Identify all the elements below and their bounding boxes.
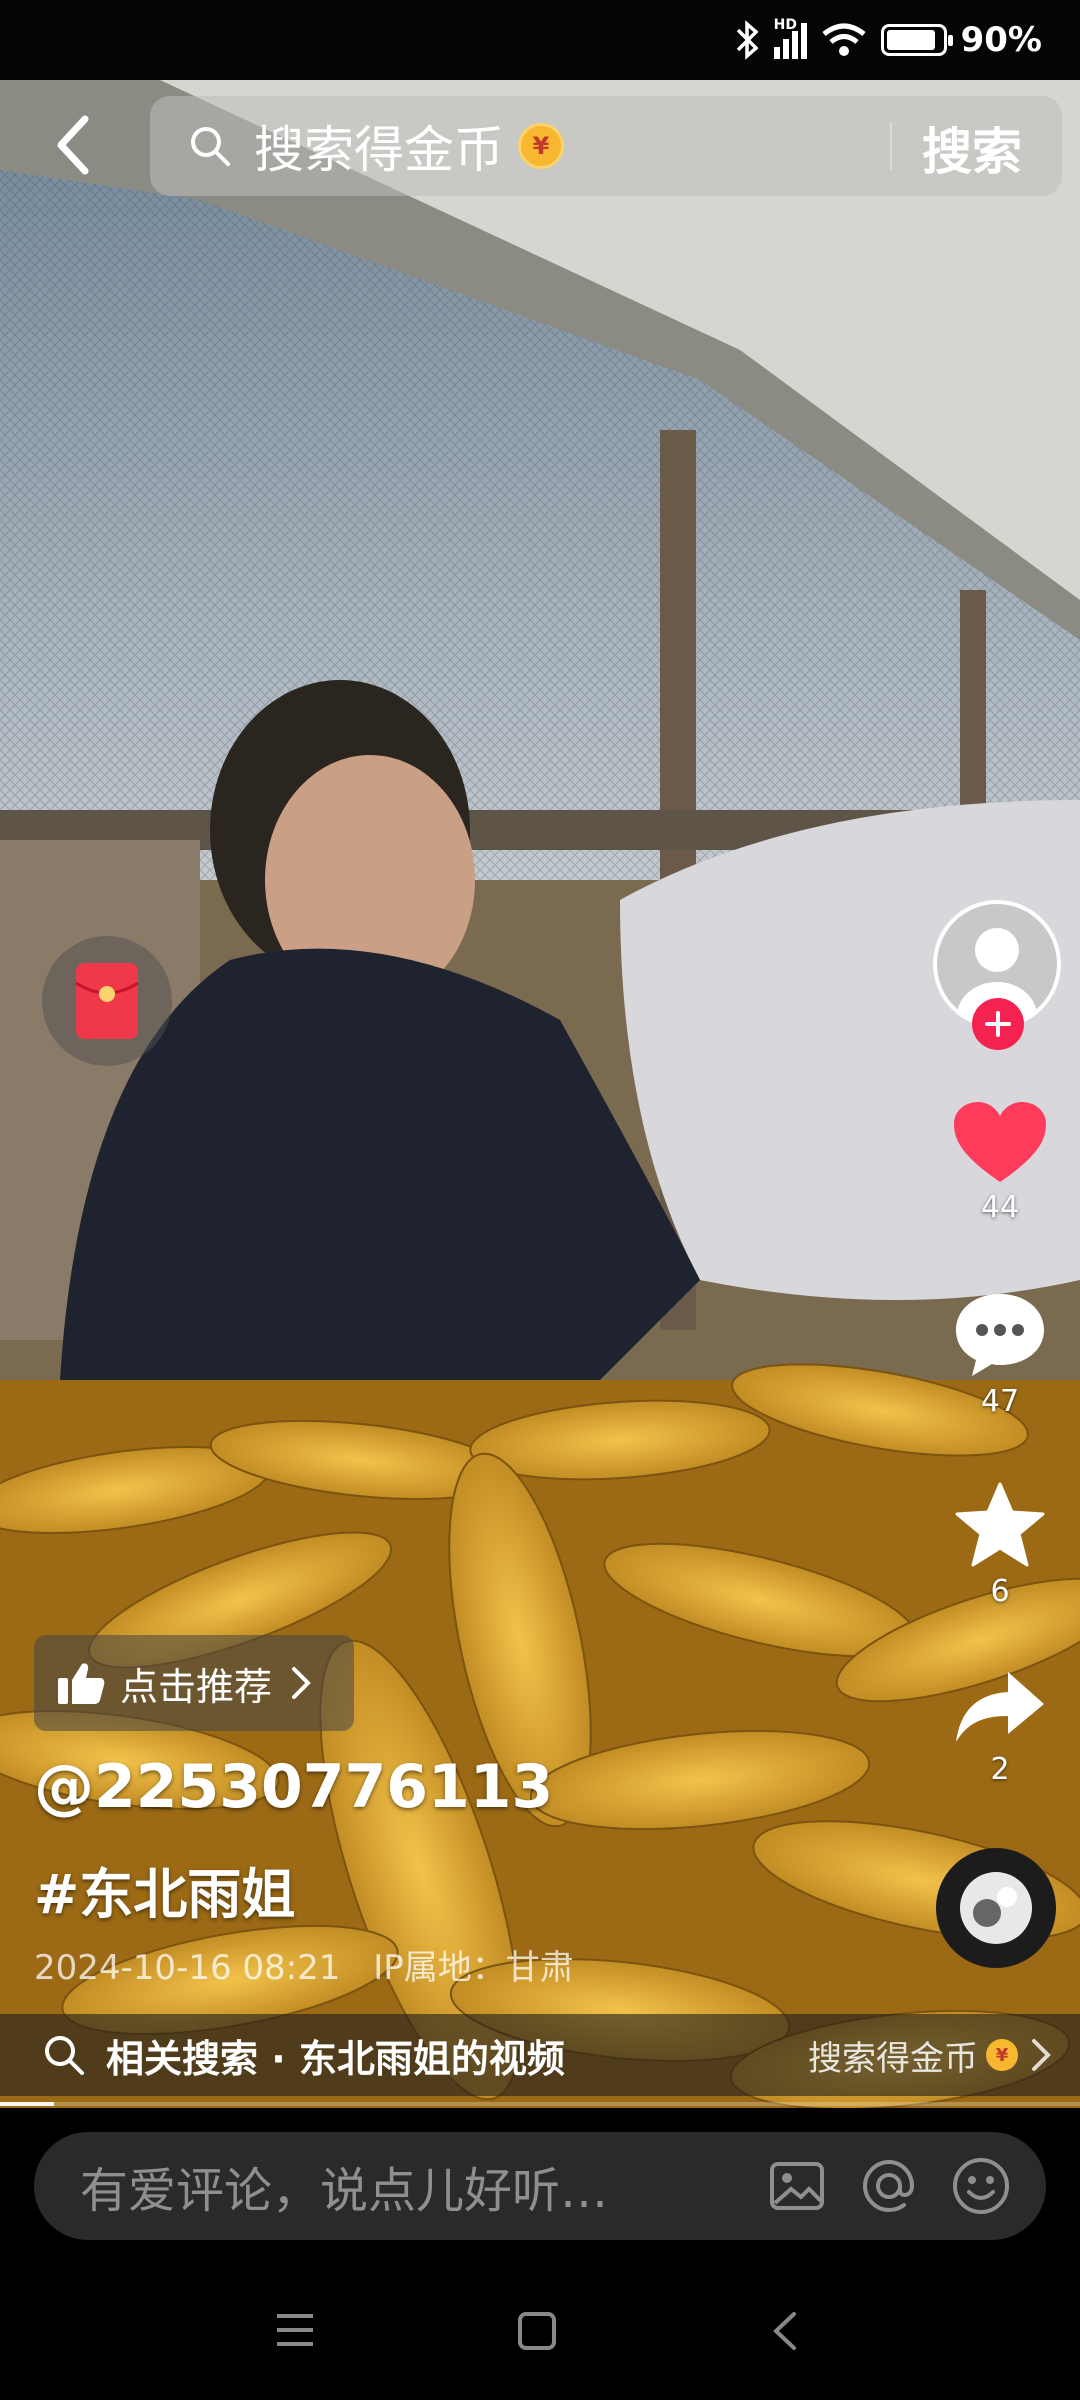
comment-count: 47 (980, 1384, 1020, 1419)
follow-plus-icon (985, 1011, 1011, 1037)
bluetooth-icon (736, 20, 759, 60)
comment-input[interactable]: 有爱评论，说点儿好听… (34, 2132, 1046, 2240)
like-action[interactable]: 44 (940, 1100, 1060, 1225)
coin-icon: ¥ (518, 123, 564, 169)
image-icon (770, 2162, 824, 2210)
recommend-label: 点击推荐 (120, 1664, 273, 1709)
at-icon (862, 2159, 915, 2213)
related-search-bar[interactable]: 相关搜索 · 东北雨姐的视频 搜索得金币 ¥ (0, 2014, 1080, 2096)
home-icon (518, 2312, 556, 2350)
share-icon (956, 1672, 1044, 1742)
menu-button[interactable] (260, 2300, 330, 2360)
search-divider (890, 122, 892, 170)
search-button[interactable]: 搜索 (922, 112, 1022, 184)
signal-icon: HD (773, 17, 807, 59)
chevron-right-icon (1032, 2039, 1051, 2071)
video-progress-fill (0, 2102, 54, 2106)
mention-button[interactable] (854, 2151, 924, 2221)
back-icon (57, 115, 89, 175)
post-meta: 2024-10-16 08:21 IP属地：甘肃 (34, 1940, 574, 1989)
emoji-icon (953, 2158, 1009, 2214)
share-count: 2 (990, 1752, 1010, 1787)
comment-action[interactable]: 47 (940, 1290, 1060, 1419)
menu-icon (277, 2314, 313, 2346)
related-search-label: 相关搜索 · 东北雨姐的视频 (106, 2036, 565, 2081)
search-placeholder: 搜索得金币 (254, 121, 504, 179)
wifi-icon (822, 23, 866, 56)
music-disc[interactable] (936, 1848, 1056, 1968)
coin-icon: ¥ (986, 2039, 1018, 2071)
back-button[interactable] (38, 110, 108, 180)
thumbs-up-icon (58, 1663, 105, 1704)
status-bar: HD 90% (0, 0, 1080, 80)
nav-back-icon (773, 2312, 796, 2350)
username[interactable]: @22530776113 (34, 1752, 553, 1822)
network-type: HD (773, 17, 797, 33)
battery-percent: 90% (960, 20, 1042, 60)
system-nav-bar (0, 2260, 1080, 2400)
heart-icon (954, 1102, 1046, 1182)
star-icon (955, 1482, 1045, 1567)
like-count: 44 (980, 1190, 1020, 1225)
share-action[interactable]: 2 (940, 1668, 1060, 1787)
follow-button[interactable] (972, 998, 1024, 1050)
battery-icon (880, 24, 953, 56)
home-button[interactable] (502, 2296, 572, 2366)
chevron-right-icon (292, 1667, 311, 1699)
video-progress-track[interactable] (0, 2102, 1080, 2106)
red-packet-button[interactable] (42, 936, 172, 1066)
red-packet-icon (75, 963, 139, 1039)
post-date: 2024-10-16 08:21 (34, 1948, 341, 1988)
emoji-button[interactable] (946, 2151, 1016, 2221)
favorite-count: 6 (990, 1574, 1010, 1609)
ip-location: IP属地：甘肃 (373, 1948, 574, 1988)
favorite-action[interactable]: 6 (940, 1480, 1060, 1609)
music-disc-icon (960, 1872, 1032, 1944)
search-icon (191, 127, 230, 166)
hashtag[interactable]: #东北雨姐 (34, 1850, 295, 1929)
status-icons: HD 90% (734, 17, 1042, 62)
comment-icon (956, 1294, 1044, 1376)
related-search-right-label: 搜索得金币 (808, 2038, 978, 2079)
nav-back-button[interactable] (750, 2296, 820, 2366)
recommend-button[interactable]: 点击推荐 (34, 1635, 354, 1731)
search-icon (45, 2036, 84, 2075)
comment-placeholder: 有爱评论，说点儿好听… (80, 2163, 609, 2219)
image-button[interactable] (762, 2151, 832, 2221)
